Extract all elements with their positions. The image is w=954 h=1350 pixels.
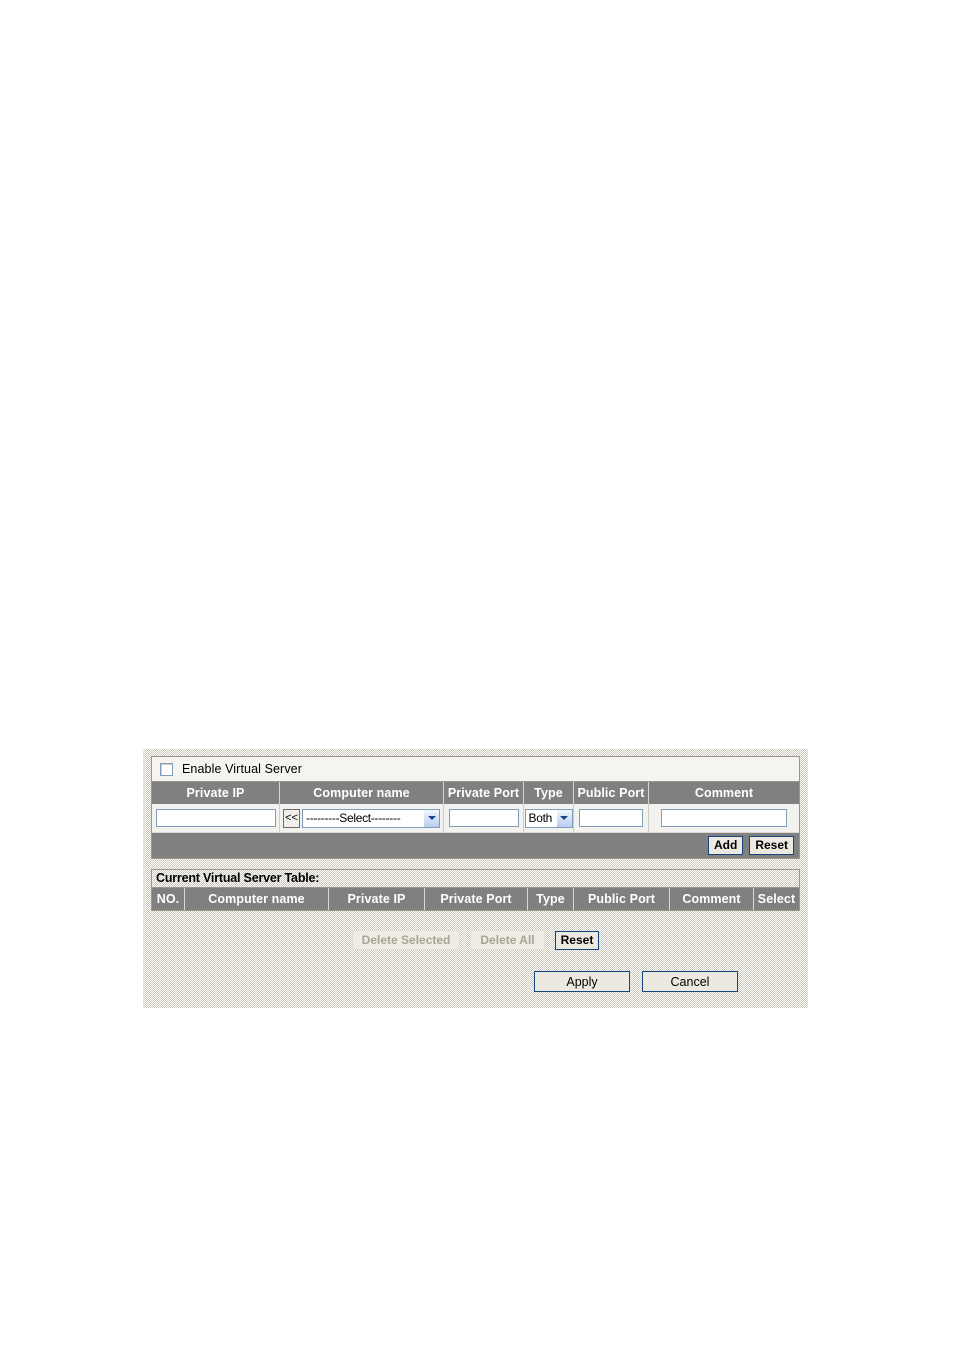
chevron-down-icon — [423, 809, 439, 827]
current-table-header-row: NO. Computer name Private IP Private Por… — [152, 887, 799, 910]
header-private-ip: Private IP — [152, 782, 280, 804]
chevron-down-icon — [555, 809, 572, 827]
cancel-button[interactable]: Cancel — [642, 970, 738, 992]
current-table-caption: Current Virtual Server Table: — [156, 871, 320, 885]
header-computer-name: Computer name — [280, 782, 444, 804]
add-button[interactable]: Add — [707, 836, 744, 855]
public-port-input[interactable] — [579, 809, 643, 827]
header-no: NO. — [152, 888, 185, 910]
add-form-action-strip: Add Reset — [152, 832, 799, 858]
cell-computer-name: << ---------Select-------- — [280, 804, 444, 832]
table-reset-button[interactable]: Reset — [554, 930, 600, 950]
header-select: Select — [757, 892, 796, 906]
computer-name-select-value: ---------Select-------- — [306, 811, 401, 825]
delete-actions-row: Delete Selected Delete All Reset — [151, 911, 800, 959]
private-ip-input[interactable] — [155, 809, 276, 827]
cell-comment — [649, 804, 799, 832]
cell-type: Both — [524, 804, 574, 832]
virtual-server-panel: Enable Virtual Server Private IP Compute… — [143, 749, 808, 1008]
private-port-input[interactable] — [448, 809, 519, 827]
apply-button[interactable]: Apply — [534, 970, 630, 992]
header-public-port: Public Port — [574, 888, 670, 910]
header-private-port: Private Port — [444, 782, 524, 804]
enable-virtual-server-row: Enable Virtual Server — [152, 757, 799, 781]
type-select-value: Both — [528, 811, 553, 825]
header-comment: Comment — [670, 888, 754, 910]
delete-selected-button[interactable]: Delete Selected — [351, 930, 461, 950]
header-public-port: Public Port — [574, 782, 649, 804]
delete-all-button[interactable]: Delete All — [470, 930, 545, 950]
add-form-header-row: Private IP Computer name Private Port Ty… — [152, 781, 799, 804]
enable-virtual-server-label: Enable Virtual Server — [182, 762, 302, 776]
apply-actions-row: Apply Cancel — [151, 959, 800, 1003]
header-private-ip: Private IP — [329, 888, 425, 910]
comment-input[interactable] — [661, 809, 787, 827]
add-virtual-server-card: Enable Virtual Server Private IP Compute… — [151, 756, 800, 859]
header-type: Type — [528, 888, 574, 910]
type-select[interactable]: Both — [524, 808, 573, 828]
add-form-input-row: << ---------Select-------- Both — [152, 804, 799, 832]
computer-name-picker-button[interactable]: << — [283, 808, 300, 828]
add-form-reset-button[interactable]: Reset — [749, 836, 794, 855]
header-comment: Comment — [694, 786, 754, 800]
cell-public-port — [574, 804, 649, 832]
card-gap — [151, 859, 800, 869]
enable-virtual-server-checkbox[interactable] — [160, 762, 173, 776]
header-computer-name: Computer name — [185, 888, 329, 910]
header-type: Type — [524, 782, 574, 804]
header-private-port: Private Port — [425, 888, 528, 910]
computer-name-select[interactable]: ---------Select-------- — [302, 808, 440, 828]
cell-private-ip — [152, 804, 280, 832]
current-virtual-server-card: Current Virtual Server Table: NO. Comput… — [151, 869, 800, 911]
cell-private-port — [444, 804, 524, 832]
